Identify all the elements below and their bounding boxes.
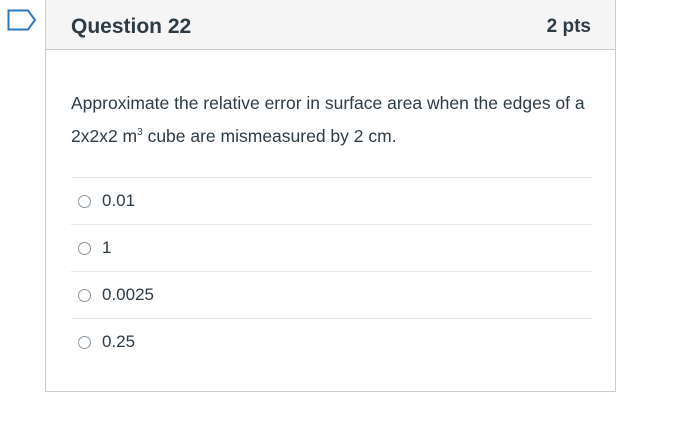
answer-option[interactable]: 0.25 (71, 318, 592, 365)
question-text: Approximate the relative error in surfac… (71, 88, 591, 151)
answer-label: 0.25 (102, 332, 136, 351)
answer-label: 0.01 (102, 191, 136, 210)
radio-button[interactable] (78, 288, 91, 302)
question-text-end: cube are mismeasured by 2 cm. (142, 125, 397, 146)
answer-label: 1 (102, 238, 112, 257)
question-card: Question 22 2 pts Approximate the relati… (45, 0, 616, 392)
radio-button[interactable] (78, 335, 91, 349)
radio-button[interactable] (78, 194, 91, 208)
radio-button[interactable] (78, 241, 91, 255)
answer-label: 0.0025 (102, 285, 154, 304)
answer-option[interactable]: 0.0025 (71, 271, 592, 318)
answer-option[interactable]: 1 (71, 224, 592, 271)
question-points: 2 pts (546, 15, 591, 37)
question-header: Question 22 2 pts (46, 0, 615, 50)
question-title: Question 22 (71, 14, 192, 38)
answer-list: 0.01 1 0.0025 0.25 (71, 177, 592, 365)
flag-question-icon[interactable] (7, 9, 37, 31)
answer-option[interactable]: 0.01 (71, 177, 592, 224)
